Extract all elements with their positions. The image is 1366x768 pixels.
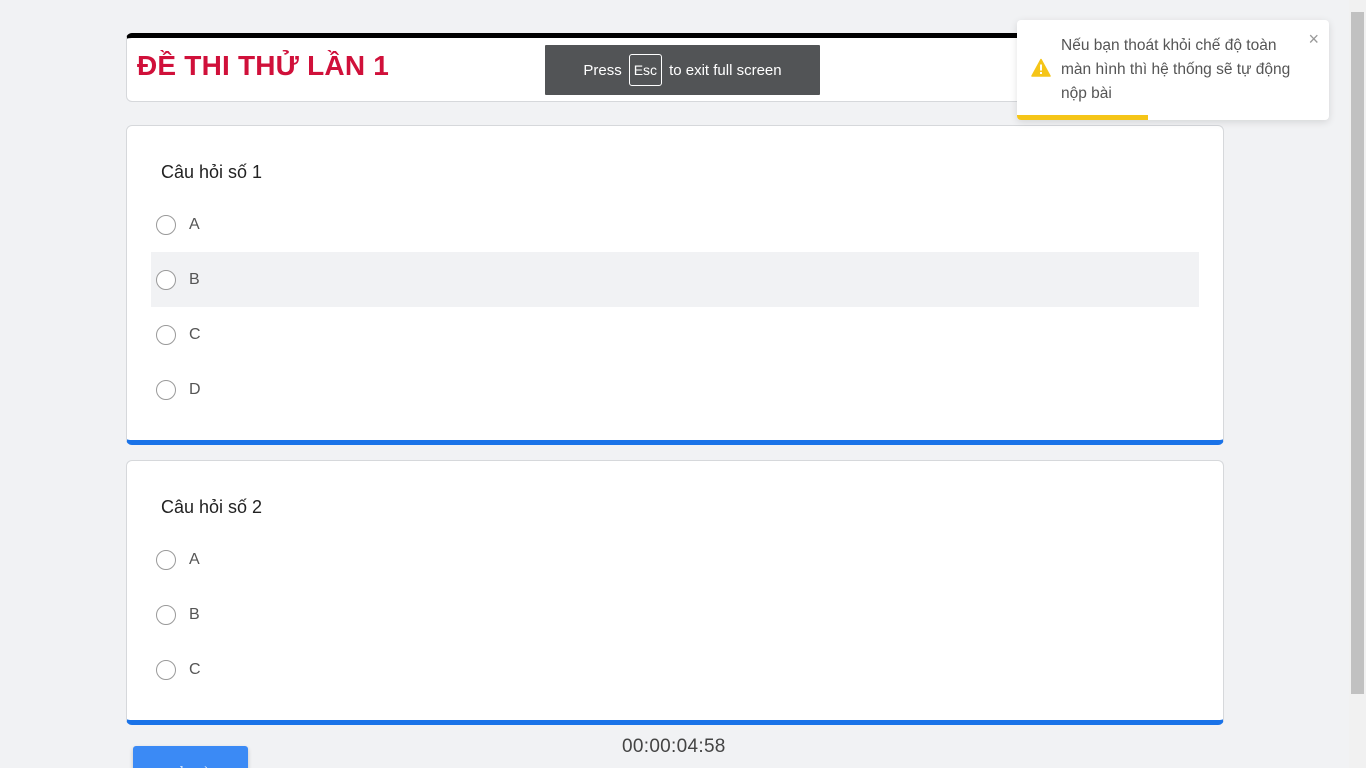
- answer-option-c[interactable]: C: [151, 307, 1199, 362]
- fullscreen-notice: Press Esc to exit full screen: [545, 45, 820, 95]
- radio-button[interactable]: [156, 269, 176, 290]
- question-card-2: Câu hỏi số 2 A B C: [126, 460, 1224, 725]
- option-label: C: [189, 660, 201, 678]
- option-label: B: [189, 605, 200, 623]
- option-label: C: [189, 325, 201, 343]
- question-title: Câu hỏi số 1: [161, 162, 263, 182]
- answer-option-b[interactable]: B: [151, 252, 1199, 307]
- question-title: Câu hỏi số 2: [161, 497, 263, 517]
- toast-progress-bar: [1017, 115, 1149, 120]
- option-label: B: [189, 270, 200, 288]
- esc-key: Esc: [628, 54, 663, 86]
- close-icon[interactable]: ×: [1308, 30, 1319, 48]
- radio-button[interactable]: [156, 214, 176, 235]
- radio-button[interactable]: [156, 549, 176, 570]
- question-card-1: Câu hỏi số 1 A B C D: [126, 125, 1224, 445]
- countdown-timer: 00:00:04:58: [622, 736, 726, 757]
- option-label: A: [189, 215, 200, 233]
- answer-option-d[interactable]: D: [151, 362, 1199, 417]
- option-label: D: [189, 380, 201, 398]
- radio-button[interactable]: [156, 379, 176, 400]
- scrollbar[interactable]: [1349, 0, 1366, 768]
- fullscreen-notice-press: Press: [583, 61, 622, 79]
- submit-button[interactable]: GỬI BÀI: [133, 746, 248, 768]
- fullscreen-notice-text: to exit full screen: [669, 61, 782, 79]
- answer-option-a[interactable]: A: [151, 532, 1199, 587]
- option-label: A: [189, 550, 200, 568]
- radio-button[interactable]: [156, 324, 176, 345]
- radio-button[interactable]: [156, 604, 176, 625]
- exam-title: ĐỀ THI THỬ LẦN 1: [137, 50, 389, 81]
- warning-icon: [1031, 58, 1051, 83]
- answer-option-c[interactable]: C: [151, 642, 1199, 697]
- toast-message: Nếu bạn thoát khỏi chế độ toàn màn hình …: [1061, 37, 1291, 102]
- scrollbar-thumb[interactable]: [1351, 12, 1364, 694]
- warning-toast: Nếu bạn thoát khỏi chế độ toàn màn hình …: [1017, 20, 1329, 120]
- radio-button[interactable]: [156, 659, 176, 680]
- answer-option-a[interactable]: A: [151, 197, 1199, 252]
- answer-option-b[interactable]: B: [151, 587, 1199, 642]
